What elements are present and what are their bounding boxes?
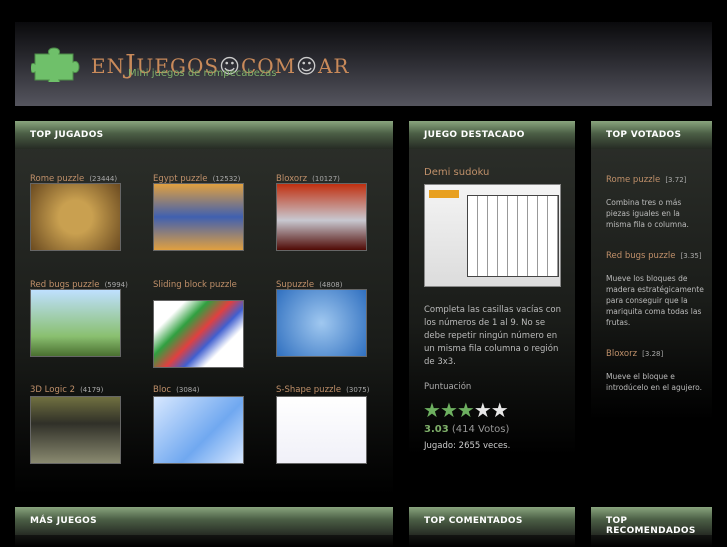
game-thumbnail[interactable] xyxy=(30,396,121,464)
game-title[interactable]: Sliding block puzzle xyxy=(153,280,237,290)
game-thumbnail[interactable] xyxy=(276,183,367,251)
top-comentados-panel: TOP COMENTADOS xyxy=(409,507,575,547)
puzzle-piece-logo-icon[interactable] xyxy=(31,46,85,82)
game-item[interactable]: Bloc (3084) xyxy=(153,377,253,396)
play-count: (3075) xyxy=(346,386,370,394)
top-voted-item: Bloxorz [3.28] Mueve el bloque e introdúc… xyxy=(606,344,706,393)
game-description: Combina tres o más piezas iguales en la … xyxy=(606,198,689,229)
star-icon[interactable]: ★ xyxy=(457,398,475,422)
play-count: (12532) xyxy=(212,175,241,183)
top-jugados-panel: TOP JUGADOS Rome puzzle (23444) Egypt puz… xyxy=(15,121,393,495)
panel-title: JUEGO DESTACADO xyxy=(409,121,575,149)
game-item[interactable]: S-Shape puzzle (3075) xyxy=(276,377,376,396)
vote-count: (414 Votos) xyxy=(451,424,510,435)
mas-juegos-panel: MÁS JUEGOS xyxy=(15,507,393,547)
game-title[interactable]: Bloc xyxy=(153,385,171,395)
featured-game-thumbnail[interactable] xyxy=(424,184,561,287)
star-icon[interactable]: ★ xyxy=(423,398,441,422)
play-count: (4808) xyxy=(319,281,343,289)
game-item[interactable]: 3D Logic 2 (4179) xyxy=(30,377,130,396)
featured-game-title[interactable]: Demi sudoku xyxy=(424,167,489,178)
vote-score: [3.28] xyxy=(642,350,664,358)
top-votados-panel: TOP VOTADOS Rome puzzle [3.72] Combina tr… xyxy=(591,121,712,420)
game-description: Mueve el bloque e introdúcelo en el aguj… xyxy=(606,372,702,392)
game-thumbnail[interactable] xyxy=(153,183,244,251)
rating-stars[interactable]: ★★★★★ xyxy=(423,398,509,422)
play-count: (5994) xyxy=(104,281,128,289)
game-title[interactable]: Rome puzzle xyxy=(606,175,660,185)
game-thumbnail[interactable] xyxy=(153,396,244,464)
panel-title: MÁS JUEGOS xyxy=(15,507,393,535)
star-icon[interactable]: ★ xyxy=(474,398,492,422)
panel-title: TOP COMENTADOS xyxy=(409,507,575,535)
game-thumbnail[interactable] xyxy=(276,396,367,464)
game-title[interactable]: S-Shape puzzle xyxy=(276,385,341,395)
played-count: Jugado: 2655 veces. xyxy=(424,441,511,451)
vote-score: [3.72] xyxy=(665,176,687,184)
tagline: Mini juegos de rompecabezas xyxy=(128,68,277,79)
top-voted-item: Rome puzzle [3.72] Combina tres o más pie… xyxy=(606,170,706,230)
game-thumbnail[interactable] xyxy=(30,289,121,357)
game-thumbnail[interactable] xyxy=(153,300,244,368)
vote-score: [3.35] xyxy=(680,252,702,260)
game-title[interactable]: 3D Logic 2 xyxy=(30,385,75,395)
rating-value: 3.03 xyxy=(424,424,449,435)
juego-destacado-panel: JUEGO DESTACADO Demi sudoku Completa las… xyxy=(409,121,575,455)
rating-label: Puntuación xyxy=(424,382,472,392)
featured-game-description: Completa las casillas vacías con los núm… xyxy=(424,305,561,367)
game-thumbnail[interactable] xyxy=(276,289,367,357)
panel-title: TOP VOTADOS xyxy=(591,121,712,149)
game-thumbnail[interactable] xyxy=(30,183,121,251)
star-icon[interactable]: ★ xyxy=(491,398,509,422)
panel-title: TOP JUGADOS xyxy=(15,121,393,149)
top-voted-item: Red bugs puzzle [3.35] Mueve los bloques … xyxy=(606,246,706,328)
game-title[interactable]: Red bugs puzzle xyxy=(606,251,675,261)
game-title[interactable]: Bloxorz xyxy=(606,349,637,359)
star-icon[interactable]: ★ xyxy=(440,398,458,422)
play-count: (3084) xyxy=(176,386,200,394)
panel-title: TOP RECOMENDADOS xyxy=(591,507,712,536)
site-header: ENJUEGOS☺COM☺AR Mini juegos de rompecabe… xyxy=(15,22,712,106)
play-count: (23444) xyxy=(89,175,118,183)
play-count: (10127) xyxy=(312,175,340,183)
top-recomendados-panel: TOP RECOMENDADOS xyxy=(591,507,712,547)
game-description: Mueve los bloques de madera estratégicam… xyxy=(606,274,704,327)
play-count: (4179) xyxy=(80,386,104,394)
